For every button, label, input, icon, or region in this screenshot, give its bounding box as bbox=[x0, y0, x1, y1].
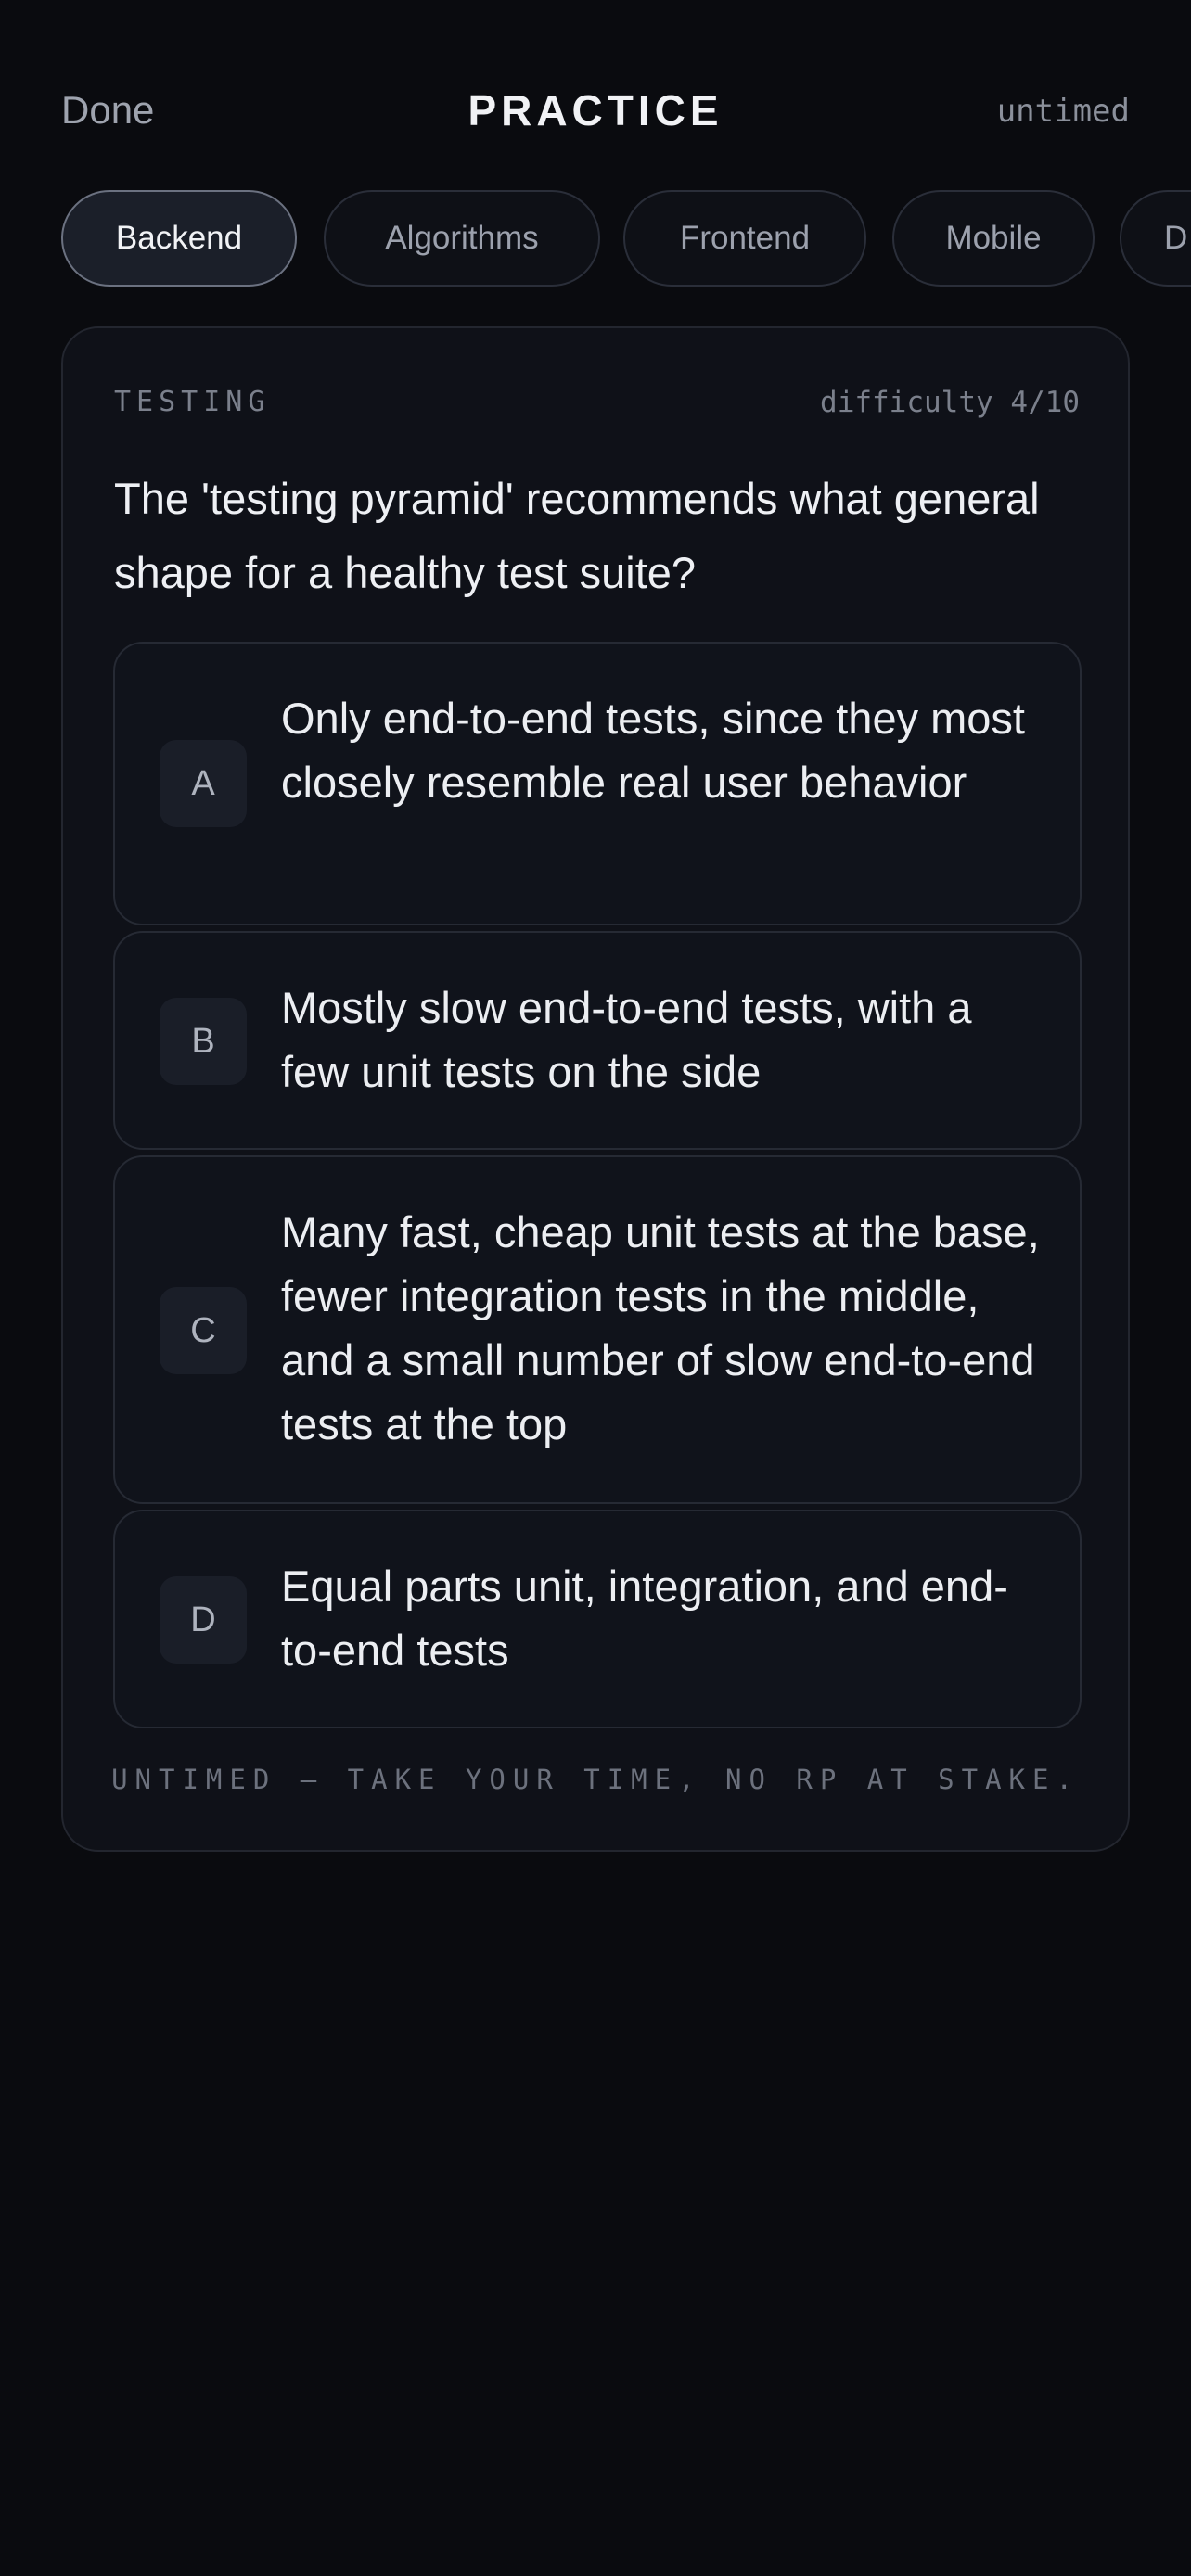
untimed-note: UNTIMED — TAKE YOUR TIME, NO RP AT STAKE… bbox=[111, 1764, 1080, 1795]
option-text: Equal parts unit, integration, and end-t… bbox=[281, 1562, 1008, 1675]
tab-frontend[interactable]: Frontend bbox=[623, 190, 866, 287]
top-bar: Done PRACTICE untimed bbox=[0, 0, 1191, 185]
category-tabs: Backend Algorithms Frontend Mobile D bbox=[61, 190, 1191, 287]
difficulty-label: difficulty 4/10 bbox=[820, 386, 1080, 419]
tab-mobile[interactable]: Mobile bbox=[892, 190, 1095, 287]
answer-option-c[interactable]: C Many fast, cheap unit tests at the bas… bbox=[113, 1155, 1082, 1504]
option-text: Mostly slow end-to-end tests, with a few… bbox=[281, 983, 972, 1096]
answer-option-a[interactable]: A Only end-to-end tests, since they most… bbox=[113, 642, 1082, 925]
question-card: TESTING difficulty 4/10 The 'testing pyr… bbox=[61, 326, 1130, 1852]
tab-partial[interactable]: D bbox=[1120, 190, 1191, 287]
option-text: Only end-to-end tests, since they most c… bbox=[281, 694, 1025, 807]
tab-algorithms[interactable]: Algorithms bbox=[324, 190, 600, 287]
option-letter-badge: D bbox=[160, 1576, 247, 1664]
option-letter-badge: C bbox=[160, 1287, 247, 1374]
answer-option-d[interactable]: D Equal parts unit, integration, and end… bbox=[113, 1510, 1082, 1728]
question-text: The 'testing pyramid' recommends what ge… bbox=[114, 474, 1040, 597]
option-letter-badge: B bbox=[160, 998, 247, 1085]
answer-option-b[interactable]: B Mostly slow end-to-end tests, with a f… bbox=[113, 931, 1082, 1150]
topic-label: TESTING bbox=[114, 386, 271, 418]
tab-backend[interactable]: Backend bbox=[61, 190, 297, 287]
option-text: Many fast, cheap unit tests at the base,… bbox=[281, 1207, 1040, 1448]
option-letter-badge: A bbox=[160, 740, 247, 827]
mode-indicator: untimed bbox=[996, 93, 1130, 130]
